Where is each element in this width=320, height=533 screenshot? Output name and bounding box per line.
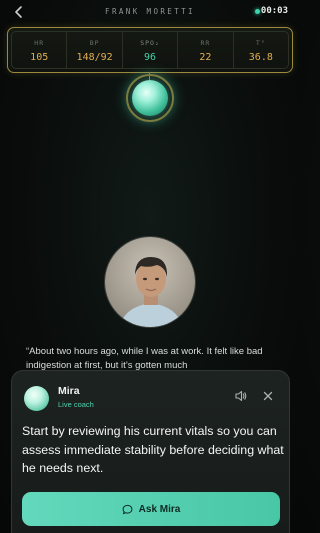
session-timer: 00:03 (260, 6, 288, 16)
vital-value: 148/92 (76, 52, 113, 63)
patient-portrait-image (105, 237, 195, 327)
recording-indicator (255, 9, 260, 14)
vital-label: T° (255, 39, 266, 47)
coach-name: Mira (58, 385, 80, 397)
vital-temp[interactable]: T° 36.8 (234, 32, 288, 68)
speaker-button[interactable] (234, 389, 248, 403)
focus-orb[interactable] (132, 80, 168, 116)
patient-dialogue: “About two hours ago, while I was at wor… (26, 346, 263, 371)
ask-mira-button[interactable]: Ask Mira (22, 492, 280, 526)
coach-card: Mira Live coach Start by reviewing his c… (11, 370, 290, 533)
vital-label: BP (89, 39, 100, 47)
vital-label: RR (200, 39, 211, 47)
patient-avatar (104, 236, 196, 328)
vital-spo2[interactable]: SPO₂ 96 (123, 32, 179, 68)
chat-bubble-icon (122, 504, 133, 514)
vital-rr[interactable]: RR 22 (178, 32, 234, 68)
coach-avatar (24, 386, 49, 411)
vital-value: 105 (30, 52, 49, 63)
ask-mira-label: Ask Mira (138, 503, 181, 515)
vital-value: 22 (199, 52, 212, 63)
coach-role: Live coach (58, 400, 94, 409)
vital-label: SPO₂ (140, 39, 160, 47)
vital-hr[interactable]: HR 105 (12, 32, 68, 68)
close-icon (263, 391, 273, 401)
vital-bp[interactable]: BP 148/92 (67, 32, 123, 68)
close-button[interactable] (261, 389, 275, 403)
speaker-icon (235, 390, 247, 402)
vital-label: HR (34, 39, 45, 47)
vital-value: 96 (143, 52, 157, 63)
vital-value: 36.8 (248, 52, 273, 63)
coach-message: Start by reviewing his current vitals so… (22, 424, 284, 475)
vitals-panel: HR 105 BP 148/92 SPO₂ 96 RR 22 T° 36.8 (7, 27, 293, 73)
top-bar: FRANK MORETTI 00:03 (0, 0, 300, 26)
